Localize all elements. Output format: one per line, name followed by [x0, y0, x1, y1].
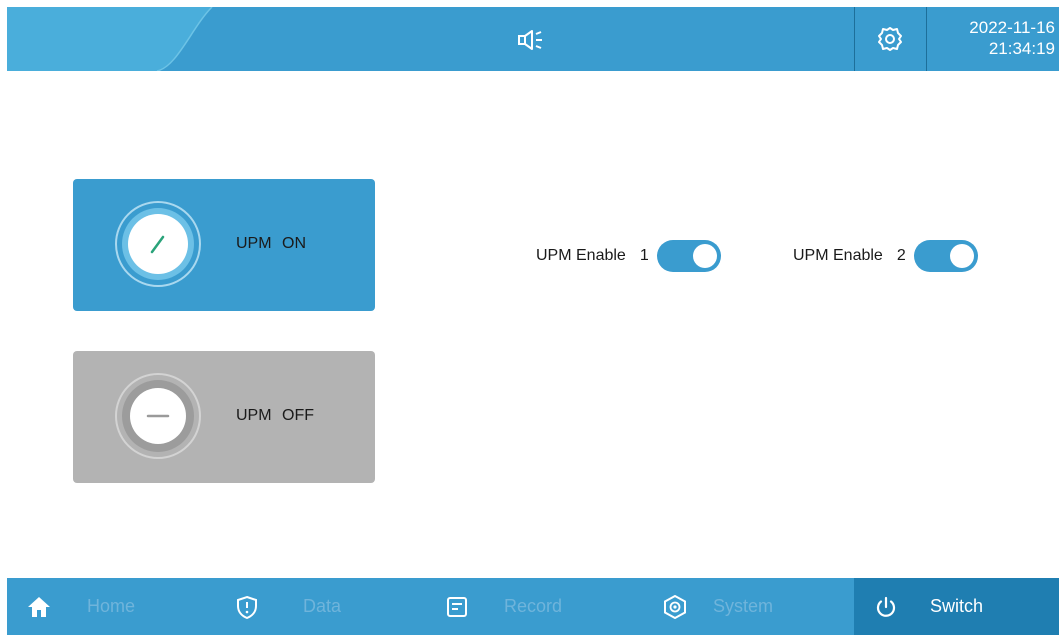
pointer-dial-icon: [115, 201, 201, 287]
header-divider: [926, 7, 927, 71]
upm-enable-2-label: UPM Enable: [793, 247, 883, 264]
upm-enable-2-toggle[interactable]: [913, 240, 978, 272]
nav-system-label: System: [713, 596, 774, 616]
upm-enable-2-number: 2: [896, 247, 906, 264]
document-icon: [447, 596, 467, 617]
nav-switch-label: Switch: [930, 596, 984, 616]
power-icon: [876, 596, 896, 617]
toggle-knob: [949, 244, 974, 268]
nav-system[interactable]: System: [663, 578, 773, 635]
upm-enable-1-label: UPM Enable: [536, 247, 626, 264]
header-divider: [854, 7, 855, 71]
time-text: 21:34:19: [988, 39, 1055, 58]
toggle-knob: [692, 244, 717, 268]
date-text: 2022-11-16: [969, 18, 1055, 37]
upm-on-label: UPM ON: [236, 235, 306, 252]
date-time: 2022-11-16 21:34:19: [937, 17, 1055, 59]
nav-data[interactable]: Data: [235, 578, 341, 635]
upm-enable-1-number: 1: [639, 247, 649, 264]
upm-off-label: UPM OFF: [236, 407, 314, 424]
shield-alert-icon: [237, 595, 257, 619]
upm-enable-2: UPM Enable 2: [793, 239, 978, 273]
bottom-nav: Home Data Record System Switch: [7, 578, 1059, 635]
nav-home[interactable]: Home: [27, 578, 135, 635]
upm-off-button[interactable]: UPM OFF: [73, 351, 375, 483]
speaker-icon[interactable]: [517, 29, 545, 51]
nav-record-label: Record: [504, 596, 563, 616]
nav-home-label: Home: [87, 596, 136, 616]
gear-icon[interactable]: [877, 26, 903, 52]
nav-switch[interactable]: Switch: [854, 578, 1059, 635]
nav-record[interactable]: Record: [445, 578, 562, 635]
upm-on-button[interactable]: UPM ON: [73, 179, 375, 311]
upm-enable-1: UPM Enable 1: [536, 239, 721, 273]
upm-enable-1-toggle[interactable]: [656, 240, 721, 272]
header-decor: [7, 7, 213, 71]
minus-dial-icon: [115, 373, 201, 459]
home-icon: [28, 596, 50, 617]
nav-data-label: Data: [303, 596, 342, 616]
top-header: 2022-11-16 21:34:19: [7, 7, 1059, 71]
system-shield-icon: [664, 594, 686, 619]
